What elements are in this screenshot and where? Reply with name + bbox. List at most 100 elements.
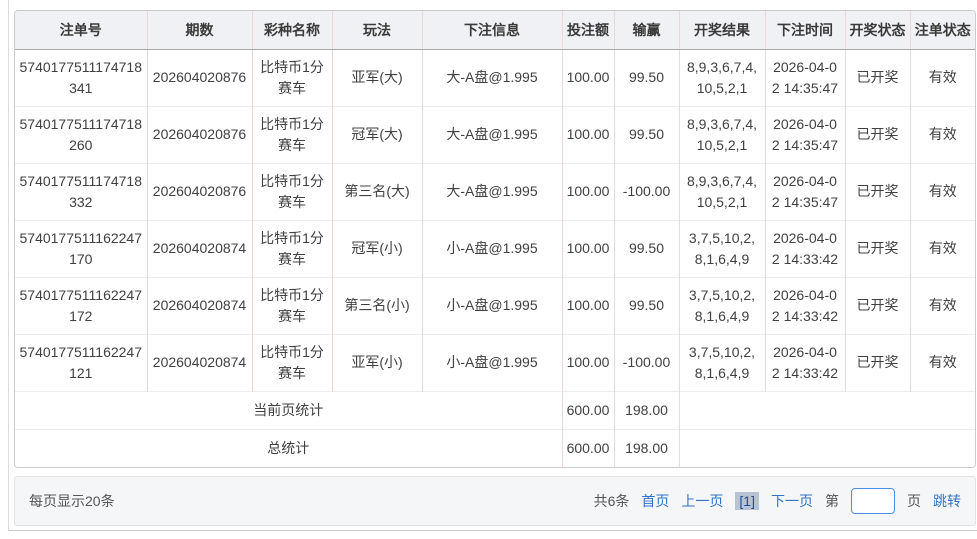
page-container: 注单号 期数 彩种名称 玩法 下注信息 投注额 输赢 开奖结果 下注时间 开奖状… [8, 0, 977, 531]
cell-order-status: 有效 [910, 163, 975, 220]
cell-amount: 100.00 [562, 277, 614, 334]
cell-bet-info: 大-A盘@1.995 [422, 163, 562, 220]
cell-order-status: 有效 [910, 277, 975, 334]
cell-result: 8,9,3,6,7,4,10,5,2,1 [679, 106, 765, 163]
header-bet-id: 注单号 [15, 11, 147, 49]
cell-bet-id: 5740177511162247121 [15, 334, 147, 391]
cell-bet-info: 小-A盘@1.995 [422, 334, 562, 391]
cell-amount: 100.00 [562, 49, 614, 106]
cell-period: 202604020874 [147, 277, 252, 334]
cell-win-loss: -100.00 [614, 334, 679, 391]
jump-prefix-label: 第 [825, 491, 839, 511]
cell-period: 202604020874 [147, 220, 252, 277]
cell-win-loss: 99.50 [614, 277, 679, 334]
cell-lottery: 比特币1分赛车 [252, 334, 332, 391]
cell-bet-time: 2026-04-02 14:35:47 [765, 49, 845, 106]
header-amount: 投注额 [562, 11, 614, 49]
total-summary-row: 总统计 600.00 198.00 [15, 429, 975, 467]
cell-draw-status: 已开奖 [845, 106, 910, 163]
header-period: 期数 [147, 11, 252, 49]
table-row: 5740177511162247172 202604020874 比特币1分赛车… [15, 277, 975, 334]
header-order-status: 注单状态 [910, 11, 975, 49]
cell-bet-time: 2026-04-02 14:33:42 [765, 277, 845, 334]
cell-lottery: 比特币1分赛车 [252, 49, 332, 106]
next-page-link[interactable]: 下一页 [771, 491, 813, 511]
bet-records-table-wrap: 注单号 期数 彩种名称 玩法 下注信息 投注额 输赢 开奖结果 下注时间 开奖状… [14, 10, 976, 468]
cell-draw-status: 已开奖 [845, 334, 910, 391]
cell-win-loss: 99.50 [614, 49, 679, 106]
table-header: 注单号 期数 彩种名称 玩法 下注信息 投注额 输赢 开奖结果 下注时间 开奖状… [15, 11, 975, 49]
total-summary-label: 总统计 [15, 429, 562, 467]
cell-bet-info: 小-A盘@1.995 [422, 277, 562, 334]
header-bet-info: 下注信息 [422, 11, 562, 49]
cell-play: 第三名(大) [332, 163, 422, 220]
pager: 共6条 首页 上一页 [1] 下一页 第 页 跳转 [594, 488, 961, 514]
header-row: 注单号 期数 彩种名称 玩法 下注信息 投注额 输赢 开奖结果 下注时间 开奖状… [15, 11, 975, 49]
table-row: 5740177511162247121 202604020874 比特币1分赛车… [15, 334, 975, 391]
jump-button[interactable]: 跳转 [933, 491, 961, 511]
bet-records-table: 注单号 期数 彩种名称 玩法 下注信息 投注额 输赢 开奖结果 下注时间 开奖状… [15, 11, 975, 467]
current-page-indicator: [1] [735, 492, 759, 510]
cell-lottery: 比特币1分赛车 [252, 220, 332, 277]
cell-result: 8,9,3,6,7,4,10,5,2,1 [679, 49, 765, 106]
cell-period: 202604020876 [147, 163, 252, 220]
cell-draw-status: 已开奖 [845, 49, 910, 106]
page-summary-spacer [679, 391, 975, 429]
cell-order-status: 有效 [910, 106, 975, 163]
table-row: 5740177511162247170 202604020874 比特币1分赛车… [15, 220, 975, 277]
cell-play: 第三名(小) [332, 277, 422, 334]
header-result: 开奖结果 [679, 11, 765, 49]
cell-amount: 100.00 [562, 334, 614, 391]
header-draw-status: 开奖状态 [845, 11, 910, 49]
cell-lottery: 比特币1分赛车 [252, 163, 332, 220]
cell-bet-info: 小-A盘@1.995 [422, 220, 562, 277]
cell-lottery: 比特币1分赛车 [252, 277, 332, 334]
cell-amount: 100.00 [562, 106, 614, 163]
cell-result: 3,7,5,10,2,8,1,6,4,9 [679, 220, 765, 277]
first-page-link[interactable]: 首页 [641, 491, 669, 511]
cell-period: 202604020874 [147, 334, 252, 391]
header-bet-time: 下注时间 [765, 11, 845, 49]
header-play: 玩法 [332, 11, 422, 49]
header-win-loss: 输赢 [614, 11, 679, 49]
cell-draw-status: 已开奖 [845, 220, 910, 277]
cell-play: 亚军(大) [332, 49, 422, 106]
cell-bet-info: 大-A盘@1.995 [422, 49, 562, 106]
table-row: 5740177511174718341 202604020876 比特币1分赛车… [15, 49, 975, 106]
jump-suffix-label: 页 [907, 491, 921, 511]
prev-page-link[interactable]: 上一页 [681, 491, 723, 511]
cell-result: 8,9,3,6,7,4,10,5,2,1 [679, 163, 765, 220]
cell-result: 3,7,5,10,2,8,1,6,4,9 [679, 334, 765, 391]
cell-play: 冠军(大) [332, 106, 422, 163]
cell-lottery: 比特币1分赛车 [252, 106, 332, 163]
cell-order-status: 有效 [910, 49, 975, 106]
cell-bet-id: 5740177511174718260 [15, 106, 147, 163]
cell-win-loss: 99.50 [614, 106, 679, 163]
cell-bet-time: 2026-04-02 14:33:42 [765, 220, 845, 277]
cell-period: 202604020876 [147, 49, 252, 106]
page-summary-amount: 600.00 [562, 391, 614, 429]
page-number-input[interactable] [851, 488, 895, 514]
cell-play: 亚军(小) [332, 334, 422, 391]
total-summary-win-loss: 198.00 [614, 429, 679, 467]
cell-draw-status: 已开奖 [845, 163, 910, 220]
cell-bet-id: 5740177511162247172 [15, 277, 147, 334]
cell-bet-time: 2026-04-02 14:35:47 [765, 163, 845, 220]
total-count-label: 共6条 [594, 491, 630, 511]
table-body: 5740177511174718341 202604020876 比特币1分赛车… [15, 49, 975, 467]
header-lottery: 彩种名称 [252, 11, 332, 49]
cell-bet-time: 2026-04-02 14:35:47 [765, 106, 845, 163]
cell-win-loss: -100.00 [614, 163, 679, 220]
table-row: 5740177511174718332 202604020876 比特币1分赛车… [15, 163, 975, 220]
cell-bet-info: 大-A盘@1.995 [422, 106, 562, 163]
cell-order-status: 有效 [910, 334, 975, 391]
total-summary-amount: 600.00 [562, 429, 614, 467]
pagination-bar: 每页显示20条 共6条 首页 上一页 [1] 下一页 第 页 跳转 [14, 476, 976, 526]
cell-bet-id: 5740177511162247170 [15, 220, 147, 277]
cell-result: 3,7,5,10,2,8,1,6,4,9 [679, 277, 765, 334]
cell-period: 202604020876 [147, 106, 252, 163]
cell-order-status: 有效 [910, 220, 975, 277]
total-summary-spacer [679, 429, 975, 467]
table-row: 5740177511174718260 202604020876 比特币1分赛车… [15, 106, 975, 163]
page-summary-row: 当前页统计 600.00 198.00 [15, 391, 975, 429]
